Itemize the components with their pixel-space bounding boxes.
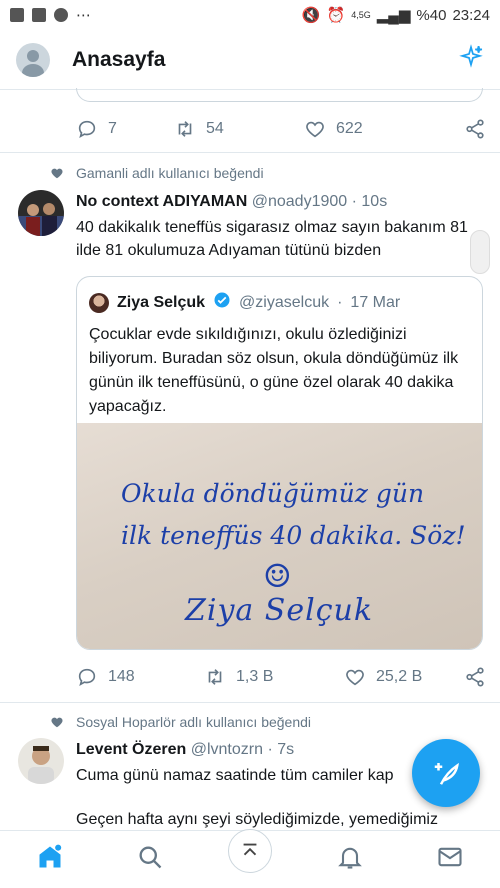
search-icon <box>139 846 162 869</box>
quoted-author-name: Ziya Selçuk <box>117 293 206 311</box>
mute-icon: 🔇 <box>301 7 321 24</box>
messages-tab[interactable] <box>436 843 464 876</box>
signal-icon: ▂▄▆ <box>376 7 411 24</box>
retweet-button[interactable]: 54 <box>174 118 304 140</box>
verified-badge-icon <box>213 291 231 314</box>
retweet-icon <box>178 121 192 137</box>
tweet-divider <box>0 152 500 153</box>
tweet-text-line2: Geçen hafta aynı şeyi söylediğimizde, ye… <box>76 811 438 828</box>
previous-tweet-actions: 7 54 622 <box>76 116 486 142</box>
home-tab[interactable] <box>36 843 64 876</box>
message-notification-icon <box>32 8 46 22</box>
tweet-divider <box>0 702 500 703</box>
tweet-actions: 148 1,3 B 25,2 B <box>76 664 486 690</box>
quoted-author-handle: @ziyaselcuk <box>239 293 330 311</box>
tweet-header: No context ADIYAMAN @noady1900 · 10s <box>76 193 388 210</box>
search-tab[interactable] <box>136 843 164 876</box>
network-type: 4,5G <box>351 10 371 20</box>
author-name[interactable]: Levent Özeren <box>76 741 186 758</box>
author-handle[interactable]: @lvntozrn <box>191 741 263 758</box>
like-button[interactable]: 622 <box>304 118 434 140</box>
tweet-time: 10s <box>361 193 388 210</box>
profile-avatar[interactable] <box>16 42 50 77</box>
reply-button[interactable]: 7 <box>76 118 174 140</box>
social-context[interactable]: Gamanli adlı kullanıcı beğendi <box>50 165 264 181</box>
scroll-to-top-button[interactable] <box>228 829 272 873</box>
mail-icon <box>438 847 462 867</box>
notifications-tab[interactable] <box>336 843 364 876</box>
author-name[interactable]: No context ADIYAMAN <box>76 193 247 210</box>
compose-tweet-button[interactable] <box>412 739 480 807</box>
previous-tweet-card <box>76 88 483 102</box>
reply-button[interactable]: 148 <box>76 666 204 688</box>
top-header: Anasayfa <box>0 30 500 90</box>
battery-level: %40 <box>416 6 447 24</box>
quoted-author-avatar <box>89 292 109 313</box>
author-handle[interactable]: @noady1900 <box>252 193 347 210</box>
chevron-up-icon <box>243 843 257 856</box>
smiley-drawing: ☺ <box>263 557 292 595</box>
heart-filled-icon <box>51 168 63 179</box>
reply-icon <box>78 668 96 687</box>
quoted-tweet-image[interactable]: Okula döndüğümüz gün ilk teneffüs 40 dak… <box>77 423 482 649</box>
handwriting-line1: Okula döndüğümüz gün <box>121 479 425 508</box>
social-context[interactable]: Sosyal Hoparlör adlı kullanıcı beğendi <box>50 714 311 730</box>
quoted-tweet[interactable]: Ziya Selçuk @ziyaselcuk · 17 Mar Çocukla… <box>76 276 483 650</box>
quoted-tweet-date: 17 Mar <box>350 293 401 311</box>
share-icon <box>466 119 484 139</box>
tweet-header: Levent Özeren @lvntozrn · 7s <box>76 741 295 758</box>
facebook-notification-icon <box>54 8 68 22</box>
sparkle-icon[interactable] <box>458 44 484 75</box>
clock: 23:24 <box>452 6 490 24</box>
like-button[interactable]: 25,2 B <box>344 666 464 688</box>
retweet-button[interactable]: 1,3 B <box>204 666 344 688</box>
heart-icon <box>306 121 324 138</box>
more-notifications-icon: ⋯ <box>76 7 91 24</box>
status-bar: ⋯ 🔇 ⏰ 4,5G ▂▄▆ %40 23:24 <box>0 0 500 30</box>
reply-icon <box>78 120 96 139</box>
alarm-icon: ⏰ <box>326 7 346 24</box>
feather-plus-icon <box>434 762 459 785</box>
share-button[interactable] <box>464 118 486 140</box>
bell-icon <box>338 847 362 869</box>
signature: Ziya Selçuk <box>185 593 374 628</box>
author-avatar[interactable] <box>18 738 64 784</box>
tweet-time: 7s <box>277 741 295 758</box>
page-title: Anasayfa <box>72 47 166 71</box>
author-avatar[interactable] <box>18 190 64 236</box>
handwriting-line2: ilk teneffüs 40 dakika. Söz! <box>121 521 466 550</box>
retweet-icon <box>208 669 222 685</box>
heart-icon <box>346 669 364 686</box>
heart-filled-icon <box>51 717 63 728</box>
scrollbar-handle[interactable] <box>470 230 490 274</box>
gallery-notification-icon <box>10 8 24 22</box>
share-icon <box>466 667 484 687</box>
tweet-text: 40 dakikalık teneffüs sigarasız olmaz sa… <box>76 219 468 259</box>
quoted-tweet-header: Ziya Selçuk @ziyaselcuk · 17 Mar <box>89 291 400 314</box>
share-button[interactable] <box>464 666 486 688</box>
quoted-tweet-text: Çocuklar evde sıkıldığınızı, okulu özled… <box>89 326 459 415</box>
home-icon <box>39 844 62 868</box>
